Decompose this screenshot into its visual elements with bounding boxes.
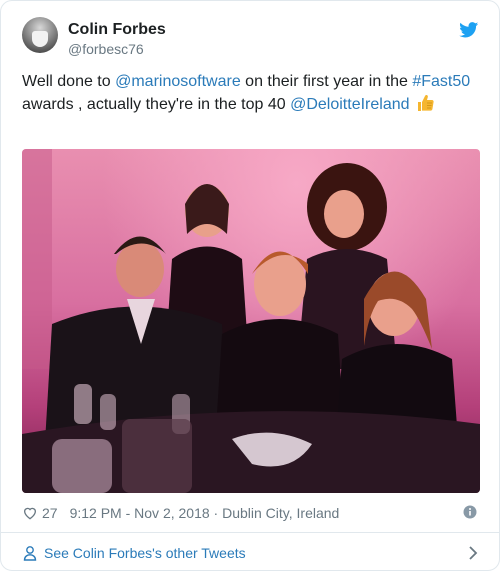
tweet-text-part: on their first year in the (240, 73, 413, 90)
tweet-meta: 27 9:12 PM - Nov 2, 2018 · Dublin City, … (22, 504, 339, 522)
like-count[interactable]: 27 (42, 505, 58, 521)
tweet-photo[interactable] (22, 149, 480, 493)
divider (1, 532, 499, 533)
tweet-timestamp[interactable]: 9:12 PM - Nov 2, 2018 · Dublin City, Ire… (70, 505, 340, 521)
photo-scene (22, 149, 480, 493)
person-icon (23, 546, 37, 561)
tweet-header: Colin Forbes @forbesc76 (22, 17, 483, 63)
see-more-tweets-link[interactable]: See Colin Forbes's other Tweets (22, 542, 478, 564)
author-name[interactable]: Colin Forbes (68, 21, 166, 39)
author-handle[interactable]: @forbesc76 (68, 41, 144, 57)
heart-icon[interactable] (22, 505, 38, 521)
hashtag-link[interactable]: #Fast50 (412, 73, 470, 90)
avatar[interactable] (22, 17, 58, 53)
tweet-text: Well done to @marinosoftware on their fi… (22, 70, 482, 116)
tweet-text-part: awards , actually they're in the top 40 (22, 96, 291, 113)
mention-link[interactable]: @DeloitteIreland (290, 96, 409, 113)
twitter-bird-icon[interactable] (459, 22, 479, 38)
see-more-label[interactable]: See Colin Forbes's other Tweets (44, 545, 246, 561)
thumbs-up-icon (417, 94, 434, 111)
embedded-tweet-card: Colin Forbes @forbesc76 Well done to @ma… (0, 0, 500, 571)
info-icon[interactable] (463, 505, 477, 519)
tweet-text-part: Well done to (22, 73, 116, 90)
mention-link[interactable]: @marinosoftware (115, 73, 241, 90)
chevron-right-icon[interactable] (468, 545, 478, 561)
